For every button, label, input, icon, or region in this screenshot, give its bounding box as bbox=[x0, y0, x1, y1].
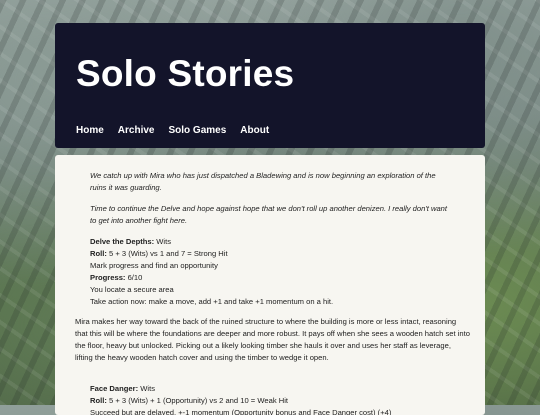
intro-paragraph-1: We catch up with Mira who has just dispa… bbox=[90, 171, 436, 192]
progress-line: Progress: 6/10 bbox=[90, 272, 450, 284]
nav-solo-games[interactable]: Solo Games bbox=[168, 125, 226, 136]
roll-label: Roll: bbox=[90, 396, 107, 405]
move-name-line: Face Danger: Wits bbox=[90, 383, 450, 395]
move-name-label: Face Danger: bbox=[90, 384, 139, 393]
result-line: Succeed but are delayed, +-1 momentum (O… bbox=[90, 408, 392, 415]
roll-value: 5 + 3 (Wits) + 1 (Opportunity) vs 2 and … bbox=[106, 396, 289, 405]
progress-label: Progress: bbox=[90, 273, 126, 282]
roll-value: 5 + 3 (Wits) vs 1 and 7 = Strong Hit bbox=[106, 249, 228, 258]
move-name-label: Delve the Depths: bbox=[90, 237, 155, 246]
move-block-delve: Delve the Depths: Wits Roll: 5 + 3 (Wits… bbox=[90, 236, 450, 308]
site-header: Solo Stories Home Archive Solo Games Abo… bbox=[55, 23, 485, 148]
site-title[interactable]: Solo Stories bbox=[76, 53, 294, 95]
post-content: We catch up with Mira who has just dispa… bbox=[55, 155, 485, 415]
move-name-value: Wits bbox=[154, 237, 172, 246]
nav-archive[interactable]: Archive bbox=[118, 125, 155, 136]
roll-line: Roll: 5 + 3 (Wits) vs 1 and 7 = Strong H… bbox=[90, 248, 450, 260]
narrative-paragraph: Mira makes her way toward the back of th… bbox=[75, 317, 470, 362]
main-nav: Home Archive Solo Games About bbox=[76, 125, 283, 136]
result-line-2: You locate a secure area bbox=[90, 285, 174, 294]
progress-value: 6/10 bbox=[125, 273, 143, 282]
roll-label: Roll: bbox=[90, 249, 107, 258]
move-name-line: Delve the Depths: Wits bbox=[90, 236, 450, 248]
nav-home[interactable]: Home bbox=[76, 125, 104, 136]
move-block-face-danger: Face Danger: Wits Roll: 5 + 3 (Wits) + 1… bbox=[90, 383, 450, 415]
nav-about[interactable]: About bbox=[240, 125, 269, 136]
result-line-3: Take action now: make a move, add +1 and… bbox=[90, 297, 334, 306]
intro-paragraph-2: Time to continue the Delve and hope agai… bbox=[90, 204, 448, 225]
roll-line: Roll: 5 + 3 (Wits) + 1 (Opportunity) vs … bbox=[90, 395, 450, 407]
move-name-value: Wits bbox=[138, 384, 155, 393]
result-line: Mark progress and find an opportunity bbox=[90, 261, 218, 270]
